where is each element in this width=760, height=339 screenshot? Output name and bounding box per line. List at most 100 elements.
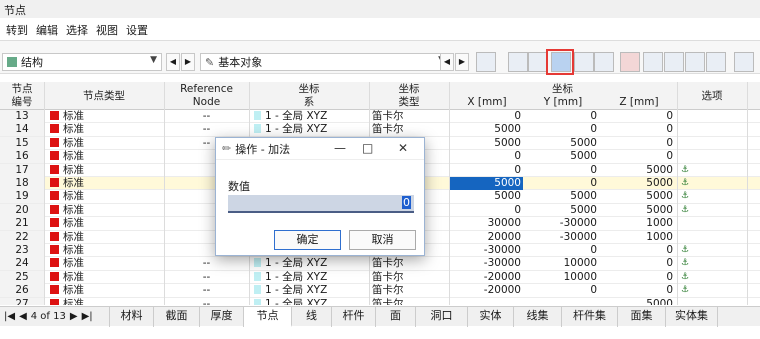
window-icon[interactable] — [734, 52, 754, 72]
y-cell[interactable]: 5000 — [525, 150, 599, 163]
menu-select[interactable]: 选择 — [62, 20, 92, 38]
x-cell[interactable]: 0 — [449, 110, 523, 123]
coord-type-cell[interactable]: 笛卡尔 — [372, 110, 448, 123]
y-cell[interactable]: 0 — [525, 284, 599, 297]
y-cell[interactable]: 5000 — [525, 137, 599, 150]
reference-node-cell[interactable]: -- — [164, 257, 249, 270]
filter-icon[interactable] — [706, 52, 726, 72]
y-cell[interactable]: -30000 — [525, 231, 599, 244]
node-no-cell[interactable]: 22 — [0, 230, 44, 244]
node-type-cell[interactable]: 标准 — [50, 110, 162, 123]
node-type-cell[interactable]: 标准 — [50, 164, 162, 177]
node-no-cell[interactable]: 21 — [0, 217, 44, 231]
coord-system-cell[interactable]: 1 - 全局 XYZ — [254, 298, 369, 305]
z-cell[interactable]: 0 — [601, 257, 675, 270]
z-cell[interactable]: 1000 — [601, 217, 675, 230]
y-cell[interactable]: 0 — [525, 164, 599, 177]
folder-icon[interactable] — [528, 52, 548, 72]
x-cell[interactable]: -30000 — [449, 244, 523, 257]
object-type-combo[interactable]: ✎ 基本对象 ▼ — [200, 53, 450, 71]
z-cell[interactable]: 0 — [601, 123, 675, 136]
coord-system-cell[interactable]: 1 - 全局 XYZ — [254, 271, 369, 284]
reference-node-cell[interactable]: -- — [164, 123, 249, 136]
node-no-cell[interactable]: 16 — [0, 150, 44, 164]
node-type-cell[interactable]: 标准 — [50, 217, 162, 230]
z-cell[interactable]: 5000 — [601, 177, 675, 190]
tab-10[interactable]: 杆件集 — [562, 306, 618, 327]
x-cell[interactable]: -30000 — [449, 257, 523, 270]
z-cell[interactable]: 0 — [601, 110, 675, 123]
prev-page-icon[interactable]: ◀ — [19, 311, 27, 322]
grid-icon[interactable] — [574, 52, 594, 72]
x-cell[interactable]: -20000 — [449, 271, 523, 284]
node-no-cell[interactable]: 25 — [0, 270, 44, 284]
structure-combo[interactable]: 结构 ▼ — [2, 53, 162, 71]
z-cell[interactable]: 0 — [601, 244, 675, 257]
import-icon[interactable] — [643, 52, 663, 72]
tab-1[interactable]: 截面 — [154, 306, 200, 327]
coord-system-cell[interactable]: 1 - 全局 XYZ — [254, 257, 369, 270]
x-cell[interactable]: 5000 — [449, 177, 523, 190]
node-no-cell[interactable]: 27 — [0, 297, 44, 305]
node-type-cell[interactable]: 标准 — [50, 231, 162, 244]
tab-9[interactable]: 线集 — [514, 306, 562, 327]
next-object-button[interactable]: ▶ — [455, 53, 469, 71]
prev-object-button[interactable]: ◀ — [440, 53, 454, 71]
table-row[interactable]: 14 标准 -- 1 - 全局 XYZ 笛卡尔 5000 0 0 — [0, 123, 760, 137]
node-type-cell[interactable]: 标准 — [50, 123, 162, 136]
z-cell[interactable]: 0 — [601, 137, 675, 150]
x-cell[interactable]: 5000 — [449, 137, 523, 150]
x-cell[interactable]: 0 — [449, 150, 523, 163]
y-cell[interactable]: 0 — [525, 177, 599, 190]
x-cell[interactable] — [449, 298, 523, 305]
y-cell[interactable]: 10000 — [525, 271, 599, 284]
node-type-cell[interactable]: 标准 — [50, 137, 162, 150]
table-row[interactable]: 13 标准 -- 1 - 全局 XYZ 笛卡尔 0 0 0 — [0, 110, 760, 124]
export-icon[interactable] — [685, 52, 705, 72]
menu-view[interactable]: 视图 — [92, 20, 122, 38]
close-icon[interactable]: ✕ — [398, 141, 408, 155]
first-page-icon[interactable]: |◀ — [4, 311, 15, 322]
minimize-icon[interactable]: — — [334, 141, 346, 155]
coord-type-cell[interactable]: 笛卡尔 — [372, 123, 448, 136]
y-cell[interactable]: 0 — [525, 110, 599, 123]
node-no-cell[interactable]: 20 — [0, 203, 44, 217]
maximize-icon[interactable]: □ — [362, 141, 373, 155]
node-type-cell[interactable]: 标准 — [50, 150, 162, 163]
tab-12[interactable]: 实体集 — [666, 306, 718, 327]
node-type-cell[interactable]: 标准 — [50, 284, 162, 297]
cancel-button[interactable]: 取消 — [349, 230, 416, 250]
coord-type-cell[interactable]: 笛卡尔 — [372, 284, 448, 297]
ok-button[interactable]: 确定 — [274, 230, 341, 250]
reference-node-cell[interactable]: -- — [164, 110, 249, 123]
z-cell[interactable]: 0 — [601, 284, 675, 297]
x-cell[interactable]: 5000 — [449, 190, 523, 203]
z-cell[interactable]: 5000 — [601, 190, 675, 203]
node-no-cell[interactable]: 23 — [0, 244, 44, 257]
y-cell[interactable]: 10000 — [525, 257, 599, 270]
node-no-cell[interactable]: 15 — [0, 136, 44, 150]
y-cell[interactable]: 5000 — [525, 190, 599, 203]
tab-11[interactable]: 面集 — [618, 306, 666, 327]
coord-type-cell[interactable]: 笛卡尔 — [372, 298, 448, 305]
node-type-cell[interactable]: 标准 — [50, 204, 162, 217]
z-cell[interactable]: 1000 — [601, 231, 675, 244]
node-no-cell[interactable]: 26 — [0, 284, 44, 298]
y-cell[interactable]: 0 — [525, 123, 599, 136]
next-page-icon[interactable]: ▶ — [70, 311, 78, 322]
x-cell[interactable]: 0 — [449, 204, 523, 217]
table-row[interactable]: 25 标准 -- 1 - 全局 XYZ 笛卡尔 -20000 10000 0 ⚓ — [0, 270, 760, 285]
node-type-cell[interactable]: 标准 — [50, 271, 162, 284]
coord-system-cell[interactable]: 1 - 全局 XYZ — [254, 284, 369, 297]
coord-type-cell[interactable]: 笛卡尔 — [372, 271, 448, 284]
node-no-cell[interactable]: 13 — [0, 110, 44, 123]
node-no-cell[interactable]: 14 — [0, 123, 44, 137]
menu-settings[interactable]: 设置 — [122, 20, 152, 38]
prev-button[interactable]: ◀ — [166, 53, 180, 71]
node-no-cell[interactable]: 24 — [0, 257, 44, 271]
tab-2[interactable]: 厚度 — [200, 306, 244, 327]
x-cell[interactable]: 5000 — [449, 123, 523, 136]
table-row[interactable]: 26 标准 -- 1 - 全局 XYZ 笛卡尔 -20000 0 0 ⚓ — [0, 284, 760, 298]
column-icon[interactable] — [594, 52, 614, 72]
menu-goto[interactable]: 转到 — [2, 20, 32, 38]
